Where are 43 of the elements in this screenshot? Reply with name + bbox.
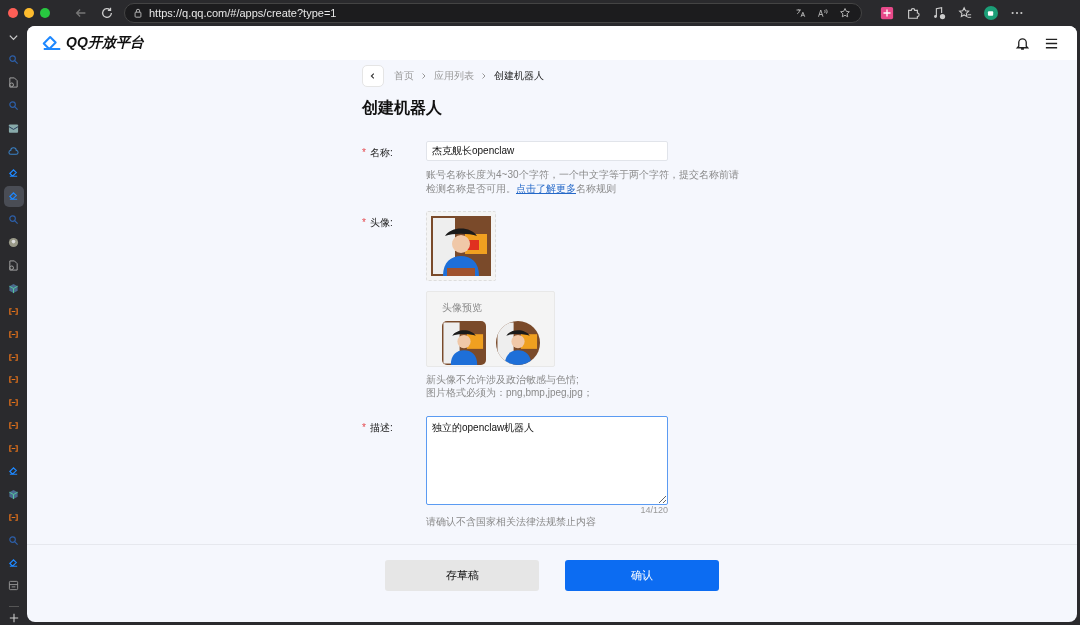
zoom-window-button[interactable] [40, 8, 50, 18]
chevron-right-icon [420, 72, 428, 80]
required-mark: * [362, 147, 366, 158]
notification-bell-icon[interactable] [1015, 35, 1030, 51]
chevron-left-icon [369, 72, 377, 80]
puzzle-icon[interactable] [906, 6, 920, 20]
lock-icon [133, 8, 143, 18]
hint-text: 账号名称长度为4~30个字符，一个中文字等于两个字符，提交名称前请检测名称是否可用。点击了解更多名称规则 [426, 168, 740, 196]
required-mark: * [362, 422, 366, 433]
add-icon[interactable] [8, 606, 19, 624]
back-icon[interactable] [74, 6, 88, 20]
note-text: 新头像不允许涉及政治敏感与色情; [426, 373, 580, 386]
hint-text: 请确认不含国家相关法律法规禁止内容 [426, 516, 597, 528]
description-field[interactable]: 独立的openclaw机器人 [426, 416, 668, 505]
favorites-icon[interactable] [958, 6, 972, 20]
address-bar[interactable]: https://q.qq.com/#/apps/create?type=1 [124, 3, 862, 23]
media-icon[interactable] [932, 6, 946, 20]
read-aloud-icon[interactable] [817, 7, 829, 19]
close-window-button[interactable] [8, 8, 18, 18]
field-label: 名称: [369, 147, 393, 158]
preview-title: 头像预览 [442, 301, 483, 315]
name-field[interactable]: 杰克舰长openclaw [426, 141, 668, 161]
avatar-upload[interactable] [426, 211, 496, 281]
save-draft-button[interactable]: 存草稿 [385, 560, 539, 591]
field-label: 描述: [369, 422, 393, 433]
translate-icon[interactable] [795, 7, 807, 19]
extension-icon[interactable] [880, 6, 894, 20]
required-mark: * [362, 217, 366, 228]
chevron-right-icon [480, 72, 488, 80]
field-label: 头像: [369, 217, 393, 228]
logo-icon[interactable] [41, 34, 63, 52]
star-icon[interactable] [839, 7, 851, 19]
chevron-icon[interactable] [8, 32, 19, 43]
reload-icon[interactable] [100, 6, 114, 20]
note-text: 图片格式必须为：png,bmp,jpeg,jpg； [426, 386, 594, 399]
minimize-window-button[interactable] [24, 8, 34, 18]
page-title: 创建机器人 [362, 98, 443, 118]
app-icon[interactable] [3, 186, 24, 208]
profile-avatar-icon[interactable] [984, 6, 998, 20]
character-counter: 14/120 [640, 505, 668, 516]
confirm-button[interactable]: 确认 [565, 560, 719, 591]
logo-text[interactable]: QQ开放平台 [66, 34, 144, 52]
learn-more-link[interactable]: 点击了解更多 [516, 183, 576, 194]
